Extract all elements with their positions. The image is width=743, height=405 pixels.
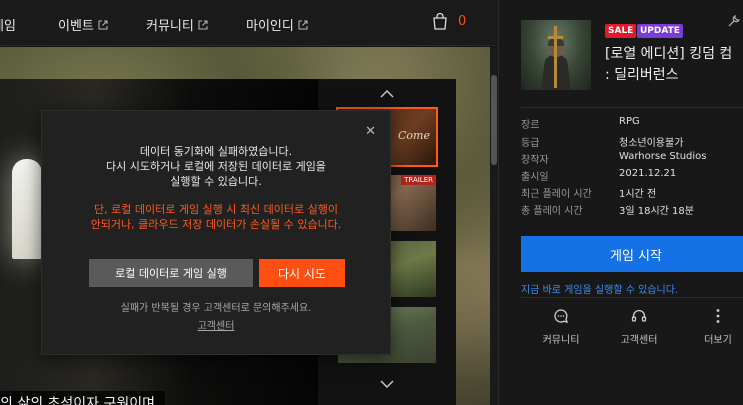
nav-item-label: 게임 bbox=[0, 19, 16, 34]
info-value: 3일 18시간 18분 bbox=[619, 206, 694, 217]
chat-icon bbox=[554, 309, 568, 323]
game-title-line: : 딜리버런스 bbox=[605, 67, 679, 83]
info-value: Warhorse Studios bbox=[619, 151, 707, 162]
nav-item-event[interactable]: 이벤트 bbox=[58, 15, 108, 34]
chevron-up-icon[interactable] bbox=[379, 87, 395, 101]
run-with-local-data-button[interactable]: 로컬 데이터로 게임 실행 bbox=[89, 259, 253, 287]
info-key: 창작자 bbox=[521, 155, 549, 166]
nav-item-game[interactable]: 게임 bbox=[0, 15, 16, 34]
game-title: [로열 에디션] 킹덤 컴 : 딜리버런스 bbox=[605, 44, 732, 86]
external-link-icon bbox=[198, 20, 208, 29]
divider bbox=[521, 107, 743, 108]
play-ready-note: 지금 바로 게임을 실행할 수 있습니다. bbox=[521, 285, 679, 296]
more-vertical-icon bbox=[716, 309, 720, 323]
more-button[interactable]: 더보기 bbox=[683, 308, 743, 346]
sync-failed-dialog: ✕ 데이터 동기화에 실패하였습니다. 다시 시도하거나 로컬에 저장된 데이터… bbox=[41, 110, 391, 355]
scrollbar-thumb[interactable] bbox=[491, 75, 497, 165]
top-nav: 게임 이벤트 커뮤니티 마이인디 0 bbox=[0, 0, 498, 46]
support-center-label: 고객센터 bbox=[620, 335, 658, 346]
nav-item-label: 마이인디 bbox=[246, 19, 294, 34]
info-key: 총 플레이 시간 bbox=[521, 206, 583, 217]
video-subtitle: 의 삶의 초석이자 구원이며, bbox=[0, 391, 166, 405]
dialog-message-line: 데이터 동기화에 실패하였습니다. bbox=[139, 145, 293, 158]
nav-item-myindie[interactable]: 마이인디 bbox=[246, 15, 308, 34]
retry-button[interactable]: 다시 시도 bbox=[259, 259, 345, 287]
headset-icon bbox=[631, 309, 647, 322]
info-value: 1시간 전 bbox=[619, 189, 657, 200]
info-key: 최근 플레이 시간 bbox=[521, 189, 592, 200]
wrench-icon[interactable] bbox=[727, 14, 741, 28]
cart-count: 0 bbox=[458, 14, 467, 29]
info-key: 출시일 bbox=[521, 172, 549, 183]
more-label: 더보기 bbox=[704, 335, 732, 346]
dialog-message-line: 실행할 수 있습니다. bbox=[170, 175, 262, 188]
trailer-badge: TRAILER bbox=[401, 175, 436, 185]
dialog-warning-line: 단, 로컬 데이터로 게임 실행 시 최신 데이터로 실행이 bbox=[94, 203, 338, 216]
close-icon[interactable]: ✕ bbox=[365, 125, 376, 138]
info-value: 청소년이용불가 bbox=[619, 138, 684, 149]
external-link-icon bbox=[298, 20, 308, 29]
page-scrollbar[interactable] bbox=[490, 47, 498, 405]
chevron-down-icon[interactable] bbox=[379, 377, 395, 391]
game-start-button[interactable]: 게임 시작 bbox=[521, 236, 743, 272]
video-frame-window bbox=[12, 159, 42, 259]
dialog-help-text: 실패가 반복될 경우 고객센터로 문의해주세요. bbox=[120, 303, 312, 314]
nav-item-community[interactable]: 커뮤니티 bbox=[146, 15, 208, 34]
nav-item-label: 커뮤니티 bbox=[146, 19, 194, 34]
game-cover-image bbox=[521, 20, 591, 90]
game-info-panel: SALE UPDATE [로열 에디션] 킹덤 컴 : 딜리버런스 장르 RPG… bbox=[498, 0, 743, 405]
info-value: 2021.12.21 bbox=[619, 168, 677, 179]
support-center-button[interactable]: 고객센터 bbox=[604, 308, 674, 346]
shopping-bag-icon bbox=[433, 13, 447, 30]
update-badge: UPDATE bbox=[637, 24, 683, 38]
cart-button[interactable]: 0 bbox=[432, 13, 466, 30]
sale-badge: SALE bbox=[605, 24, 637, 38]
info-key: 등급 bbox=[521, 138, 540, 149]
game-title-line: [로열 에디션] 킹덤 컴 bbox=[605, 46, 733, 62]
knight-artwork bbox=[541, 26, 571, 90]
nav-item-label: 이벤트 bbox=[58, 19, 94, 34]
external-link-icon bbox=[98, 20, 108, 29]
community-button[interactable]: 커뮤니티 bbox=[526, 308, 596, 346]
thumbnail-overlay-text: Come bbox=[398, 129, 430, 142]
info-key: 장르 bbox=[521, 120, 540, 131]
support-link-wrapper: 고객센터 bbox=[42, 317, 390, 332]
info-value: RPG bbox=[619, 116, 640, 127]
dialog-warning-line: 안되거나, 클라우드 저장 데이터가 손실될 수 있습니다. bbox=[90, 218, 342, 231]
community-label: 커뮤니티 bbox=[542, 335, 580, 346]
divider bbox=[521, 297, 743, 298]
dialog-message-line: 다시 시도하거나 로컬에 저장된 데이터로 게임을 bbox=[106, 160, 326, 173]
support-link[interactable]: 고객센터 bbox=[198, 321, 235, 332]
